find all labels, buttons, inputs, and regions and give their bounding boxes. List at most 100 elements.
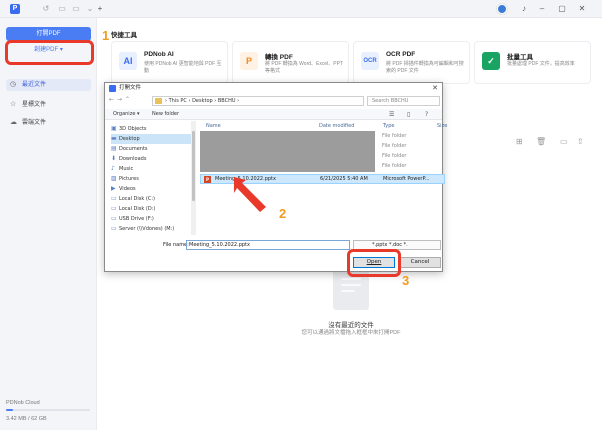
videos-icon: ▶	[111, 185, 116, 192]
command-bar: Organize ▾ New folder ☰ ▯ ?	[105, 109, 442, 120]
cloud-storage-size: 3.42 MB / 62 GB	[6, 416, 47, 422]
convert-pdf-icon: P	[240, 52, 258, 70]
tool-name: 轉換 PDF	[265, 54, 293, 61]
type-cell: File folder	[382, 133, 407, 139]
trash-icon[interactable]: 🗑	[536, 137, 546, 146]
nav-item[interactable]: ▨ Pictures	[111, 174, 191, 184]
preview-pane-icon[interactable]: ▯	[407, 111, 410, 118]
cancel-button[interactable]: Cancel	[399, 257, 441, 268]
blurred-folder-names	[200, 131, 375, 172]
tool-name: OCR PDF	[386, 51, 416, 58]
tool-card-convert[interactable]: P 轉換 PDF 將 PDF 轉換為 Word、Excel、PPT 等格式	[232, 41, 349, 84]
section-title: 快捷工具	[111, 32, 137, 39]
tool-desc: 將 PDF 掃描件轉換為可編輯和可搜索的 PDF 文件	[386, 61, 464, 74]
tab-icon[interactable]: ▭	[70, 3, 82, 15]
navigation-pane: ▣ 3D Objects ▬ Desktop ▤ Documents ⬇ Downloa…	[105, 121, 193, 235]
breadcrumb: › This PC › Desktop › BBCHU ›	[165, 98, 240, 104]
clock-icon: ◷	[10, 81, 17, 88]
upload-icon[interactable]: ⇧	[577, 137, 584, 146]
network-drive-icon: ▭	[111, 225, 117, 232]
highlight-box-new-pdf	[5, 40, 94, 65]
app-logo-icon: P	[10, 4, 20, 14]
minimize-icon[interactable]: –	[536, 3, 548, 15]
title-bar: P ↺ ▭ ▭ ⌄ + ♪ – ▢ ✕	[0, 0, 602, 18]
highlight-box-open-button	[347, 249, 401, 277]
column-header-size[interactable]: Size	[437, 123, 447, 129]
sidebar-item-recent[interactable]: ◷ 最近文件	[6, 79, 91, 91]
step-number-3: 3	[402, 273, 410, 288]
file-name-label: File name:	[163, 242, 189, 248]
step-number-2: 2	[279, 206, 287, 221]
close-icon[interactable]: ✕	[576, 3, 588, 15]
help-icon[interactable]: ?	[425, 111, 428, 118]
sidebar-item-label: 雲端文件	[22, 120, 47, 126]
grid-view-icon[interactable]: ⊞	[516, 137, 523, 146]
nav-item[interactable]: ▶ Videos	[111, 184, 191, 194]
batch-check-icon: ✓	[482, 52, 500, 70]
step-number-1: 1	[102, 28, 110, 43]
scrollbar[interactable]	[191, 121, 196, 235]
file-type: Microsoft PowerP...	[383, 176, 430, 182]
view-options-icon[interactable]: ☰	[389, 111, 394, 118]
type-cell: File folder	[382, 153, 407, 159]
file-date: 6/21/2025 5:40 AM	[320, 176, 368, 182]
nav-arrows[interactable]: ←→⌃	[109, 96, 133, 103]
nav-item[interactable]: ▭ USB Drive (F:)	[111, 214, 191, 224]
search-input[interactable]: Search BBCHU	[367, 96, 440, 106]
tool-desc: 將 PDF 轉換為 Word、Excel、PPT 等格式	[265, 61, 343, 74]
nav-item[interactable]: ⬇ Downloads	[111, 154, 191, 164]
documents-icon: ▤	[111, 145, 117, 152]
column-header-type[interactable]: Type	[383, 123, 394, 129]
nav-item[interactable]: ♪ Music	[111, 164, 191, 174]
nav-item[interactable]: ▭ Server (\\Vdones) (M:)	[111, 224, 191, 234]
cloud-label: PDNob Cloud	[6, 400, 40, 406]
new-folder-button[interactable]: New folder	[152, 109, 179, 120]
column-header-name[interactable]: Name	[206, 123, 221, 129]
empty-state-subtitle: 您可以通過將文檔拖入框框中來打開PDF	[301, 330, 401, 336]
3d-objects-icon: ▣	[111, 125, 117, 132]
organize-button[interactable]: Organize ▾	[113, 109, 140, 120]
nav-item[interactable]: ▬ Desktop	[111, 134, 191, 144]
address-bar[interactable]: › This PC › Desktop › BBCHU ›	[152, 96, 364, 106]
star-icon: ☆	[10, 101, 17, 108]
pictures-icon: ▨	[111, 175, 117, 182]
bell-icon[interactable]: ♪	[518, 3, 530, 15]
maximize-icon[interactable]: ▢	[556, 3, 568, 15]
nav-item[interactable]: ▣ 3D Objects	[111, 124, 191, 134]
nav-item[interactable]: ▤ Documents	[111, 144, 191, 154]
nav-item[interactable]: ▭ Local Disk (C:)	[111, 194, 191, 204]
tool-card-ocr[interactable]: OCR OCR PDF 將 PDF 掃描件轉換為可編輯和可搜索的 PDF 文件	[353, 41, 470, 84]
column-header-date[interactable]: Date modified	[319, 123, 354, 129]
cloud-storage-bar	[6, 409, 90, 411]
usb-drive-icon: ▭	[111, 215, 117, 222]
folder-icon[interactable]: ▭	[560, 137, 568, 146]
music-icon: ♪	[111, 165, 115, 172]
sidebar-item-label: 星標文件	[22, 102, 47, 108]
sidebar-item-cloud[interactable]: ☁ 雲端文件	[10, 117, 46, 129]
sidebar-item-starred[interactable]: ☆ 星標文件	[10, 99, 46, 111]
app-icon	[109, 85, 116, 92]
nav-item[interactable]: ▭ Local Disk (D:)	[111, 204, 191, 214]
undo-icon[interactable]: ↺	[40, 3, 52, 15]
ocr-icon: OCR	[361, 52, 379, 70]
tool-name: 批量工具	[507, 54, 533, 61]
dialog-title: 打開文件	[119, 85, 142, 91]
close-icon[interactable]: ✕	[432, 83, 438, 94]
desktop-icon: ▬	[111, 135, 117, 142]
tab-icon[interactable]: ▭	[56, 3, 68, 15]
avatar[interactable]	[497, 4, 507, 14]
tool-card-batch[interactable]: ✓ 批量工具 批量處理 PDF 文件，提高效率	[474, 41, 591, 84]
tool-desc: 使用 PDNob AI 更智能地與 PDF 互動	[144, 61, 222, 74]
powerpoint-file-icon: P	[204, 176, 211, 183]
file-name-input[interactable]: Meeting_5.10.2022.pptx	[186, 240, 350, 250]
dialog-title-bar: 打開文件 ✕	[105, 83, 442, 94]
downloads-icon: ⬇	[111, 155, 117, 162]
tool-card-ai[interactable]: AI PDNob AI 使用 PDNob AI 更智能地與 PDF 互動	[111, 41, 228, 84]
drive-icon: ▭	[111, 195, 117, 202]
new-tab-plus-icon[interactable]: +	[94, 3, 106, 15]
type-cell: File folder	[382, 163, 407, 169]
cloud-icon: ☁	[10, 119, 17, 126]
tool-name: PDNob AI	[144, 51, 174, 58]
open-pdf-button[interactable]: 打開PDF	[6, 27, 91, 41]
folder-icon	[155, 98, 162, 104]
